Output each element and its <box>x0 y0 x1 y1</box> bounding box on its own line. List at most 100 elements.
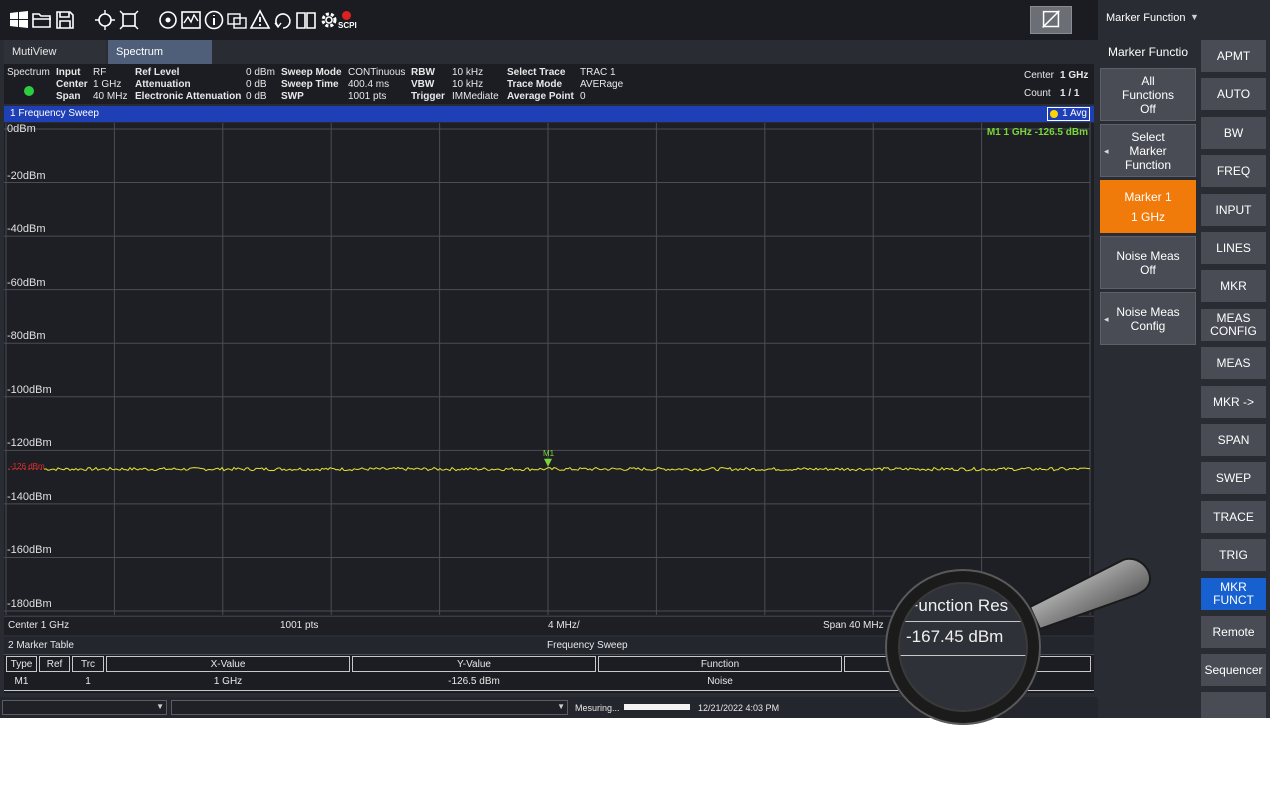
swp-value: 1001 pts <box>348 91 387 102</box>
cell-type: M1 <box>14 676 29 687</box>
cell-x-value: 1 GHz <box>213 676 243 687</box>
swp-label: SWP <box>281 91 304 102</box>
marker-table-label: 2 Marker Table <box>8 640 74 651</box>
chevron-down-icon: ▼ <box>156 702 164 711</box>
multi-zoom-icon[interactable] <box>118 9 140 31</box>
sweep-time-label: Sweep Time <box>281 79 339 90</box>
hardkey-mkr-funct[interactable]: MKR FUNCT <box>1201 578 1266 610</box>
hardkey-mkr-to[interactable]: MKR -> <box>1201 386 1266 418</box>
span-label: Span <box>56 91 81 102</box>
noise-meas-off-button[interactable]: Noise Meas Off <box>1100 236 1196 289</box>
chevron-down-icon[interactable]: ▼ <box>1190 12 1199 22</box>
warning-icon[interactable] <box>249 9 271 31</box>
tab-multiview[interactable]: MutiView <box>4 40 106 64</box>
help-book-icon[interactable] <box>295 9 317 31</box>
trace-mode-value: AVERage <box>580 79 624 90</box>
tab-bar: MutiView Spectrum <box>0 40 1098 64</box>
trace-mode-label: Trace Mode <box>507 79 563 90</box>
hardkey-sequencer[interactable]: Sequencer <box>1201 654 1266 686</box>
column-header-function: Function <box>598 656 842 672</box>
tab-spectrum[interactable]: Spectrum <box>108 40 212 64</box>
undo-icon[interactable] <box>272 9 294 31</box>
hardkey-auto[interactable]: AUTO <box>1201 78 1266 110</box>
overview-icon[interactable] <box>180 9 202 31</box>
hardkey-mkr[interactable]: MKR <box>1201 270 1266 302</box>
settings-info-bar: Spectrum Input RF Center 1 GHz Span 40 M… <box>4 64 1094 104</box>
noise-meas-config-button[interactable]: ◂ Noise Meas Config <box>1100 292 1196 345</box>
y-tick-label: -120dBm <box>7 437 52 450</box>
softkey-menu-title: Marker Functio <box>1107 45 1189 59</box>
fullscreen-button[interactable] <box>1030 6 1072 34</box>
softkey-line: Marker 1 <box>1124 189 1172 204</box>
softkey-line: Marker <box>1129 143 1167 158</box>
toolbar: SCPI <box>0 0 1098 40</box>
sweep-mode-value: CONTinuous <box>348 67 406 78</box>
windows-icon[interactable] <box>8 9 30 31</box>
y-tick-label: -140dBm <box>7 490 52 503</box>
info-icon[interactable] <box>203 9 225 31</box>
count-label: Count <box>1024 88 1051 99</box>
center-label: Center <box>56 79 88 90</box>
trace-color-dot <box>1050 110 1059 118</box>
hardkey-trig[interactable]: TRIG <box>1201 539 1266 571</box>
fullscreen-icon <box>1042 10 1060 28</box>
marker-1-button[interactable]: Marker 1 1 GHz <box>1100 180 1196 233</box>
submenu-arrow-icon: ◂ <box>1104 145 1109 156</box>
spectrum-plot[interactable]: 0dBm -20dBm -40dBm -60dBm -80dBm -100dBm -120d… <box>4 123 1094 615</box>
span-value: 40 MHz <box>93 91 128 102</box>
hardkey-input[interactable]: INPUT <box>1201 194 1266 226</box>
hardkey-lines[interactable]: LINES <box>1201 232 1266 264</box>
y-tick-label: -80dBm <box>7 330 46 343</box>
select-trace-label: Select Trace <box>507 67 566 78</box>
column-header-x-value: X-Value <box>106 656 350 672</box>
hardkey-meas-config[interactable]: MEAS CONFIG <box>1201 309 1266 341</box>
column-header-trc: Trc <box>72 656 104 672</box>
rbw-label: RBW <box>411 67 435 78</box>
center-value: 1 GHz <box>93 79 122 90</box>
softkey-line: Noise Meas <box>1116 304 1180 319</box>
hardkey-partial[interactable] <box>1201 692 1266 718</box>
cell-function: Noise <box>707 676 733 687</box>
zoom-icon[interactable] <box>94 9 116 31</box>
hardkey-freq[interactable]: FREQ <box>1201 155 1266 187</box>
ref-level-label: Ref Level <box>135 67 180 78</box>
column-header-type: Type <box>6 656 37 672</box>
hardkey-bw[interactable]: BW <box>1201 117 1266 149</box>
save-icon[interactable] <box>54 9 76 31</box>
column-header-y-value: Y-Value <box>352 656 596 672</box>
trace-window-title[interactable]: 1 Frequency Sweep 1 Avg <box>4 106 1094 122</box>
softkey-line: All <box>1141 73 1155 88</box>
trace-window-label: 1 Frequency Sweep <box>10 108 99 119</box>
menu-title: Marker Function <box>1106 12 1186 24</box>
y-tick-label: -180dBm <box>7 598 52 610</box>
status-combo-left[interactable]: ▼ <box>2 700 167 715</box>
softkey-line: Function <box>1124 157 1172 172</box>
footer-points: 1001 pts <box>280 620 319 631</box>
reset-icon[interactable] <box>157 9 179 31</box>
hardkey-apmt[interactable]: APMT <box>1201 40 1266 72</box>
scpi-record-icon[interactable] <box>342 11 351 20</box>
select-marker-function-button[interactable]: ◂ Select Marker Function <box>1100 124 1196 177</box>
hardkey-remote[interactable]: Remote <box>1201 616 1266 648</box>
settings-icon[interactable] <box>318 9 340 31</box>
hardkey-span[interactable]: SPAN <box>1201 424 1266 456</box>
marker-readout: M1 1 GHz -126.5 dBm <box>986 127 1088 138</box>
hardkey-swep[interactable]: SWEP <box>1201 462 1266 494</box>
softkey-line: Off <box>1140 101 1156 116</box>
y-tick-label: -60dBm <box>7 276 46 289</box>
softkey-line: Select <box>1131 129 1165 144</box>
softkey-line: Functions <box>1121 87 1175 102</box>
hardkey-label: MKR FUNCT <box>1213 580 1254 607</box>
measurement-progress <box>624 704 690 710</box>
hardkey-meas[interactable]: MEAS <box>1201 347 1266 379</box>
hardkey-trace[interactable]: TRACE <box>1201 501 1266 533</box>
all-functions-off-button[interactable]: All Functions Off <box>1100 68 1196 121</box>
menu-header[interactable]: Marker Function ▼ <box>1098 0 1270 40</box>
trace-line <box>43 466 1091 472</box>
marker-m1[interactable] <box>544 458 552 467</box>
hardkey-label: MEAS CONFIG <box>1210 311 1257 338</box>
open-folder-icon[interactable] <box>31 9 53 31</box>
status-combo-message[interactable]: ▼ <box>171 700 568 715</box>
screenshot-icon[interactable] <box>226 9 248 31</box>
submenu-arrow-icon: ◂ <box>1104 313 1109 324</box>
